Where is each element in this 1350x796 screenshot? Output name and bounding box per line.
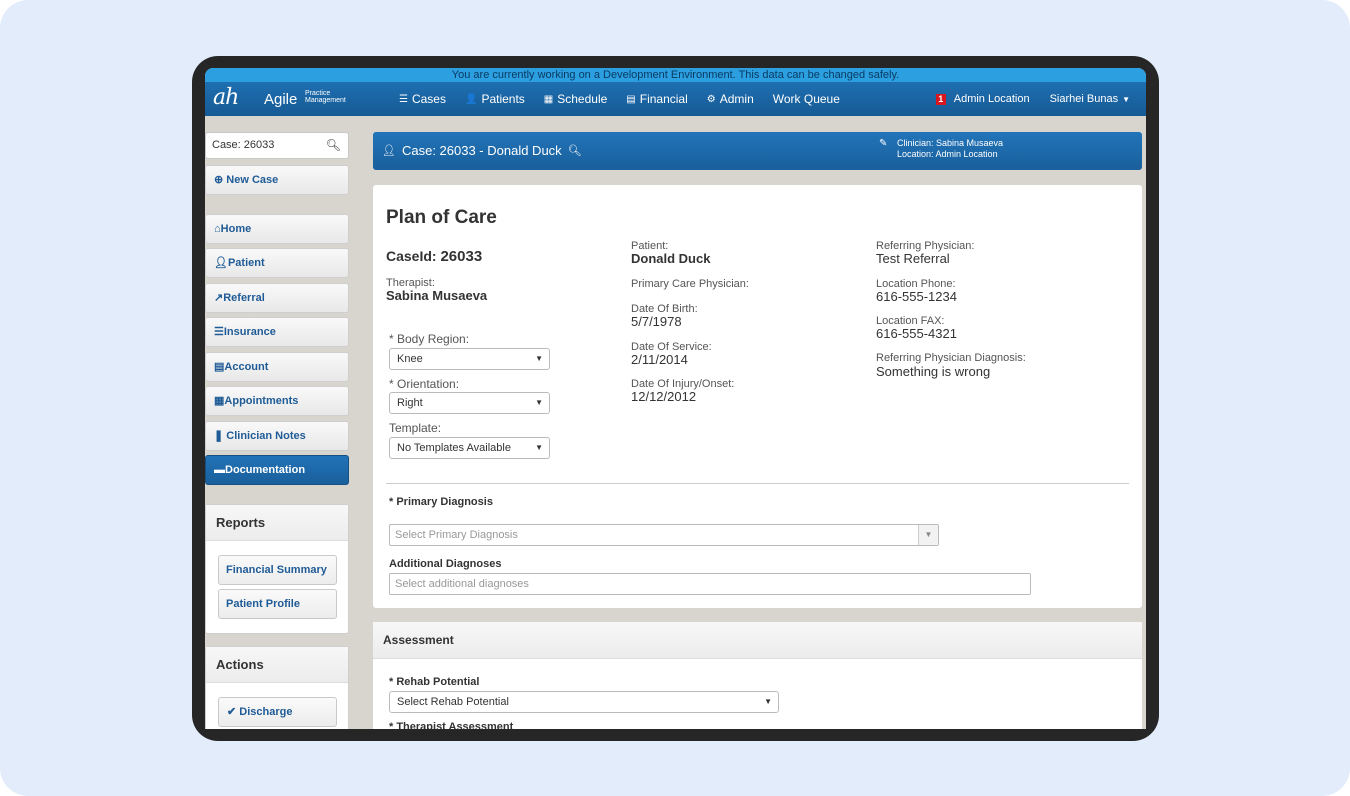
notification-badge: 1 (935, 93, 946, 105)
main-nav: ☰ Cases 👤 Patients ▦ Schedule ▤ Financial ⚙ A… (399, 82, 840, 116)
caret-down-icon: ▼ (535, 398, 543, 407)
app-screen: You are currently working on a Developme… (205, 68, 1146, 729)
caret-down-icon: ▼ (764, 697, 772, 706)
reports-panel: Reports Financial Summary Patient Profil… (205, 504, 349, 634)
case-header: 👤︎ Case: 26033 - Donald Duck 🔍︎ ✎ Clinic… (373, 132, 1142, 170)
brand-name: Agile (264, 91, 298, 108)
body-region-label: * Body Region: (389, 332, 470, 346)
nav-patients[interactable]: 👤 Patients (465, 92, 525, 106)
nav-right: 1 Admin Location Siarhei Bunas ▼ (935, 82, 1130, 116)
pcp-label: Primary Care Physician: (631, 278, 749, 290)
book-icon: ❚ (214, 430, 224, 442)
plan-of-care-card: Plan of Care CaseId: 26033 Therapist: Sa… (373, 185, 1142, 608)
caret-down-icon[interactable]: ▼ (918, 525, 938, 545)
therapist-assessment-label: * Therapist Assessment (389, 721, 514, 729)
app-logo[interactable]: ah (213, 85, 239, 110)
case-title: 👤︎ Case: 26033 - Donald Duck 🔍︎ (382, 143, 582, 158)
nav-admin[interactable]: ⚙ Admin (707, 92, 754, 106)
location-info: Location: Admin Location (897, 149, 998, 159)
edit-icon[interactable]: ✎ (879, 138, 887, 149)
reports-title: Reports (206, 505, 348, 541)
sidebar-item-referral[interactable]: ↗Referral (205, 283, 349, 313)
orientation-select[interactable]: Right ▼ (389, 392, 550, 414)
list-icon: ☰ (214, 326, 224, 338)
location-fax: 616-555-4321 (876, 326, 957, 341)
doi-value: 12/12/2012 (631, 389, 697, 404)
template-label: Template: (389, 421, 442, 435)
rehab-potential-label: * Rehab Potential (389, 676, 480, 688)
home-icon: ⌂ (214, 223, 221, 235)
caret-down-icon: ▼ (535, 354, 543, 363)
user-menu[interactable]: Siarhei Bunas ▼ (1050, 93, 1130, 105)
primary-diagnosis-label: * Primary Diagnosis (389, 496, 493, 508)
search-icon[interactable]: 🔍︎ (326, 133, 341, 158)
dos-value: 2/11/2014 (631, 352, 688, 367)
check-icon: ✔ (227, 706, 237, 718)
dev-environment-banner: You are currently working on a Developme… (205, 68, 1146, 82)
case-id: CaseId: 26033 (386, 248, 483, 265)
referring-physician: Test Referral (876, 251, 950, 266)
admin-icon: ⚙ (706, 93, 716, 105)
account-icon: ▤ (214, 361, 225, 373)
device-frame: You are currently working on a Developme… (192, 56, 1159, 741)
page-title: Plan of Care (386, 207, 497, 228)
nav-schedule[interactable]: ▦ Schedule (544, 92, 608, 106)
sidebar-item-insurance[interactable]: ☰Insurance (205, 317, 349, 347)
schedule-icon: ▦ (543, 93, 554, 105)
therapist-name: Sabina Musaeva (386, 288, 488, 303)
discharge-button[interactable]: ✔ Discharge (218, 697, 337, 727)
top-navbar: ah Agile Practice Management ☰ Cases 👤 Pati… (205, 82, 1146, 116)
nav-cases[interactable]: ☰ Cases (399, 92, 446, 106)
location-menu[interactable]: 1 Admin Location (935, 93, 1030, 105)
search-icon[interactable]: 🔍︎ (568, 144, 582, 157)
user-icon: 👤︎ (214, 257, 228, 269)
sidebar-item-account[interactable]: ▤Account (205, 352, 349, 382)
cases-icon: ☰ (399, 93, 408, 105)
sidebar-item-documentation[interactable]: ▬Documentation (205, 455, 349, 485)
sidebar-item-home[interactable]: ⌂Home (205, 214, 349, 244)
nav-financial[interactable]: ▤ Financial (626, 92, 687, 106)
template-select[interactable]: No Templates Available ▼ (389, 437, 550, 459)
actions-panel: Actions ✔ Discharge (205, 646, 349, 729)
sidebar-item-appointments[interactable]: ▦Appointments (205, 386, 349, 416)
primary-diagnosis-combobox[interactable]: Select Primary Diagnosis ▼ (389, 524, 939, 546)
caret-down-icon: ▼ (535, 443, 543, 452)
background: You are currently working on a Developme… (0, 0, 1350, 796)
orientation-label: * Orientation: (389, 377, 460, 391)
sidebar-item-patient[interactable]: 👤︎Patient (205, 248, 349, 278)
additional-diagnoses-input[interactable]: Select additional diagnoses (389, 573, 1031, 595)
caret-down-icon: ▼ (1122, 94, 1130, 104)
referring-diagnosis-label: Referring Physician Diagnosis: (876, 352, 1026, 364)
user-icon: 👤︎ (382, 145, 396, 157)
divider (386, 483, 1129, 484)
case-meta: ✎ Clinician: Sabina Musaeva Location: Ad… (879, 138, 1003, 160)
location-phone: 616-555-1234 (876, 289, 957, 304)
brand-subtitle: Practice Management (305, 90, 346, 104)
clinician-info: Clinician: Sabina Musaeva (897, 138, 1004, 148)
assessment-title: Assessment (373, 622, 1142, 659)
patient-name: Donald Duck (631, 251, 711, 266)
patients-icon: 👤 (464, 93, 478, 105)
calendar-icon: ▦ (214, 395, 225, 407)
nav-work-queue[interactable]: Work Queue (773, 92, 840, 106)
actions-title: Actions (206, 647, 348, 683)
additional-diagnoses-label: Additional Diagnoses (389, 558, 502, 570)
plus-circle-icon: ⊕ (214, 174, 224, 186)
new-case-button[interactable]: ⊕ New Case (205, 165, 349, 195)
case-search-input[interactable]: Case: 26033 🔍︎ (205, 132, 349, 159)
financial-summary-button[interactable]: Financial Summary (218, 555, 337, 585)
patient-profile-button[interactable]: Patient Profile (218, 589, 337, 619)
share-icon: ↗ (214, 292, 224, 304)
folder-icon: ▬ (214, 464, 225, 476)
assessment-card: Assessment * Rehab Potential Select Reha… (373, 622, 1142, 729)
sidebar-item-clinician-notes[interactable]: ❚ Clinician Notes (205, 421, 349, 451)
rehab-potential-select[interactable]: Select Rehab Potential ▼ (389, 691, 779, 713)
body-region-select[interactable]: Knee ▼ (389, 348, 550, 370)
referring-diagnosis: Something is wrong (876, 364, 991, 379)
dob-value: 5/7/1978 (631, 314, 682, 329)
financial-icon: ▤ (626, 93, 636, 105)
